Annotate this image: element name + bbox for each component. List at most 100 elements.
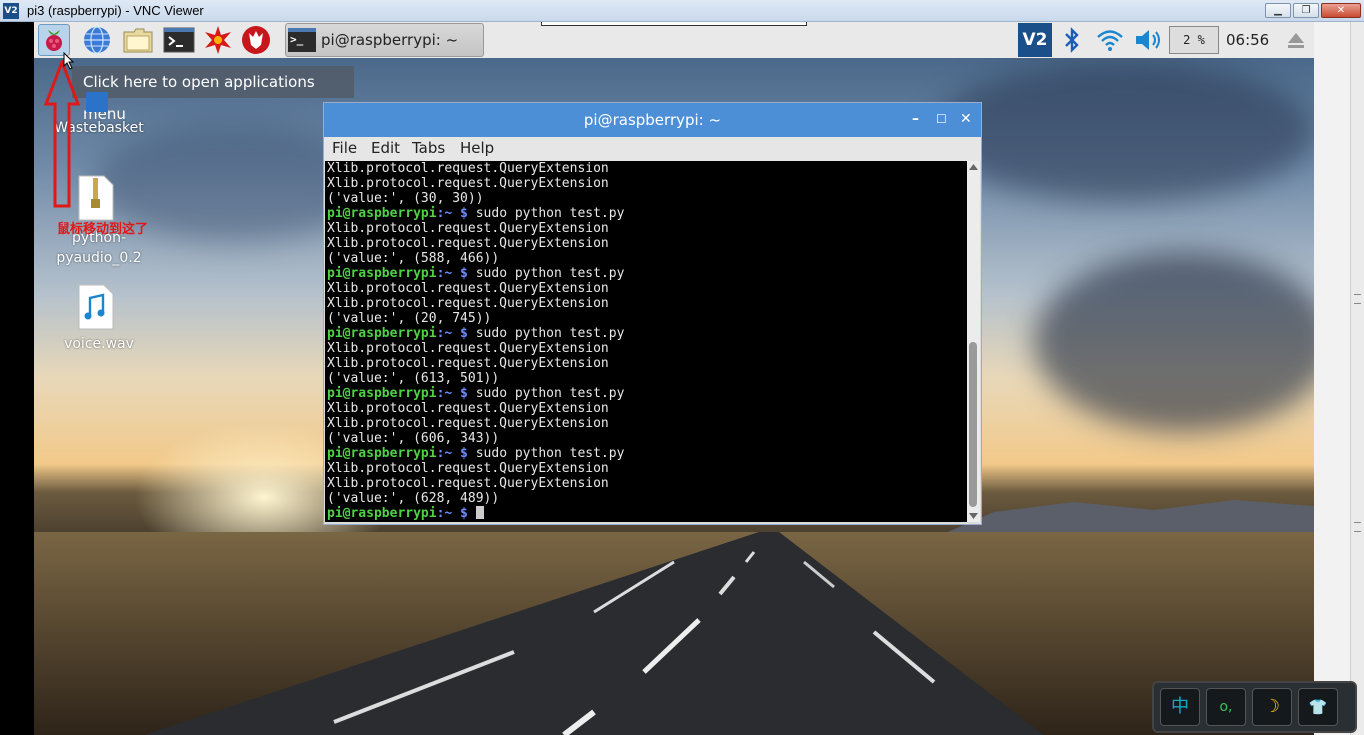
prompt-command: sudo python test.py [467, 326, 625, 341]
audio-file-icon[interactable] [78, 284, 114, 330]
terminal-output-line: Xlib.protocol.request.QueryExtension [327, 221, 609, 236]
terminal-prompt-line: pi@raspberrypi:~ $ sudo python test.py [327, 266, 624, 281]
wolfram-icon [242, 26, 270, 54]
terminal-close-button[interactable]: ✕ [960, 111, 972, 127]
prompt-path: :~ $ [436, 386, 468, 401]
prompt-user: pi@raspberrypi [327, 446, 437, 461]
vnc-titlebar: V2 pi3 (raspberrypi) - VNC Viewer ▁ ❐ ✕ [0, 0, 1364, 22]
bluetooth-icon[interactable] [1063, 27, 1081, 53]
applications-menu-tooltip: Click here to open applications menu [72, 66, 354, 123]
terminal-output-line: Xlib.protocol.request.QueryExtension [327, 461, 609, 476]
prompt-command [468, 506, 476, 521]
menu-file[interactable]: File [332, 139, 357, 157]
terminal-output-line: ('value:', (588, 466)) [327, 251, 500, 266]
vnc-scrollbar[interactable] [1350, 22, 1364, 735]
terminal-icon [163, 27, 195, 53]
menu-tabs[interactable]: Tabs [412, 139, 445, 157]
taskbar-terminal-window[interactable]: >_ pi@raspberrypi: ~ [285, 23, 484, 57]
terminal-output-line: Xlib.protocol.request.QueryExtension [327, 296, 609, 311]
scroll-down-icon[interactable] [969, 513, 978, 519]
terminal-output-line: Xlib.protocol.request.QueryExtension [327, 476, 609, 491]
vnc-server-tray-icon[interactable]: V2 [1018, 23, 1052, 57]
terminal-prompt-line: pi@raspberrypi:~ $ sudo python test.py [327, 386, 624, 401]
terminal-prompt-line: pi@raspberrypi:~ $ sudo python test.py [327, 206, 624, 221]
ime-toolbar: 中 o, ☽ 👕 [1152, 681, 1357, 733]
terminal-prompt-line: pi@raspberrypi:~ $ sudo python test.py [327, 326, 624, 341]
terminal-output-line: Xlib.protocol.request.QueryExtension [327, 161, 609, 176]
terminal-output-line: Xlib.protocol.request.QueryExtension [327, 416, 609, 431]
terminal-output[interactable]: Xlib.protocol.request.QueryExtension Xlib… [325, 161, 967, 522]
prompt-path: :~ $ [436, 506, 468, 521]
restore-button[interactable]: ❐ [1293, 3, 1319, 18]
terminal-output-line: ('value:', (628, 489)) [327, 491, 500, 506]
wastebasket-icon[interactable] [78, 78, 114, 114]
eject-icon[interactable] [1286, 30, 1306, 50]
menu-edit[interactable]: Edit [371, 139, 400, 157]
vnc-logo-icon: V2 [3, 3, 19, 19]
terminal-titlebar[interactable]: pi@raspberrypi: ~ – ☐ ✕ [324, 103, 981, 137]
terminal-scroll-thumb[interactable] [969, 342, 977, 507]
prompt-path: :~ $ [436, 266, 468, 281]
scroll-grip[interactable] [1354, 294, 1361, 304]
menu-help[interactable]: Help [460, 139, 494, 157]
file-manager-launcher[interactable] [122, 24, 154, 56]
ime-skin-button[interactable]: 👕 [1298, 688, 1338, 726]
terminal-maximize-button[interactable]: ☐ [936, 112, 947, 126]
annotation-arrow-icon [43, 60, 81, 208]
wolfram-launcher[interactable] [240, 24, 272, 56]
terminal-output-line: ('value:', (613, 501)) [327, 371, 500, 386]
archive-file-icon[interactable] [78, 175, 114, 221]
prompt-path: :~ $ [436, 446, 468, 461]
road [34, 532, 1314, 735]
prompt-path: :~ $ [436, 326, 468, 341]
cloud [934, 62, 1314, 202]
prompt-command: sudo python test.py [467, 386, 625, 401]
terminal-output-line: Xlib.protocol.request.QueryExtension [327, 176, 609, 191]
mathematica-launcher[interactable] [202, 24, 234, 56]
cpu-usage-monitor[interactable]: 2 % [1169, 26, 1219, 54]
terminal-minimize-button[interactable]: – [912, 111, 919, 127]
terminal-window[interactable]: pi@raspberrypi: ~ – ☐ ✕ File Edit Tabs H… [323, 102, 982, 525]
wifi-icon[interactable] [1096, 28, 1124, 52]
mouse-pointer-icon [63, 52, 75, 70]
mathematica-icon [205, 26, 231, 54]
terminal-icon: >_ [288, 28, 316, 52]
terminal-prompt-line: pi@raspberrypi:~ $ [327, 506, 484, 521]
terminal-menubar: File Edit Tabs Help [324, 137, 981, 161]
desktop-icon-label[interactable]: voice.wav [44, 336, 154, 352]
terminal-output-line: Xlib.protocol.request.QueryExtension [327, 401, 609, 416]
prompt-user: pi@raspberrypi [327, 206, 437, 221]
raspberry-icon [46, 30, 62, 51]
minimize-button[interactable]: ▁ [1265, 3, 1291, 18]
prompt-path: :~ $ [436, 206, 468, 221]
ime-punctuation-button[interactable]: o, [1206, 688, 1246, 726]
terminal-title: pi@raspberrypi: ~ [583, 111, 722, 129]
terminal-launcher[interactable] [163, 24, 195, 56]
browser-launcher[interactable] [81, 24, 113, 56]
taskbar-window-label: pi@raspberrypi: ~ [321, 31, 459, 49]
remote-desktop[interactable]: >_ pi@raspberrypi: ~ V2 2 % 06:56 Click … [34, 22, 1314, 735]
volume-icon[interactable] [1134, 29, 1164, 51]
ime-halfwidth-button[interactable]: ☽ [1252, 688, 1292, 726]
terminal-output-line: ('value:', (20, 745)) [327, 311, 492, 326]
prompt-user: pi@raspberrypi [327, 266, 437, 281]
ime-chinese-mode-button[interactable]: 中 [1160, 688, 1200, 726]
terminal-output-line: ('value:', (606, 343)) [327, 431, 500, 446]
close-button[interactable]: ✕ [1321, 3, 1361, 18]
annotation-text: 鼠标移动到这了 [57, 222, 149, 237]
terminal-scrollbar[interactable] [967, 161, 980, 522]
terminal-cursor [475, 506, 484, 519]
scroll-grip[interactable] [1354, 522, 1361, 532]
clock[interactable]: 06:56 [1226, 31, 1269, 49]
terminal-output-line: ('value:', (30, 30)) [327, 191, 484, 206]
prompt-command: sudo python test.py [467, 266, 625, 281]
prompt-user: pi@raspberrypi [327, 386, 437, 401]
prompt-user: pi@raspberrypi [327, 326, 437, 341]
window-title: pi3 (raspberrypi) - VNC Viewer [27, 3, 204, 18]
globe-icon [84, 26, 110, 54]
panel-highlight [541, 22, 807, 26]
cloud [1034, 252, 1314, 432]
prompt-user: pi@raspberrypi [327, 506, 437, 521]
scroll-up-icon[interactable] [969, 164, 978, 170]
folder-icon [123, 28, 153, 53]
